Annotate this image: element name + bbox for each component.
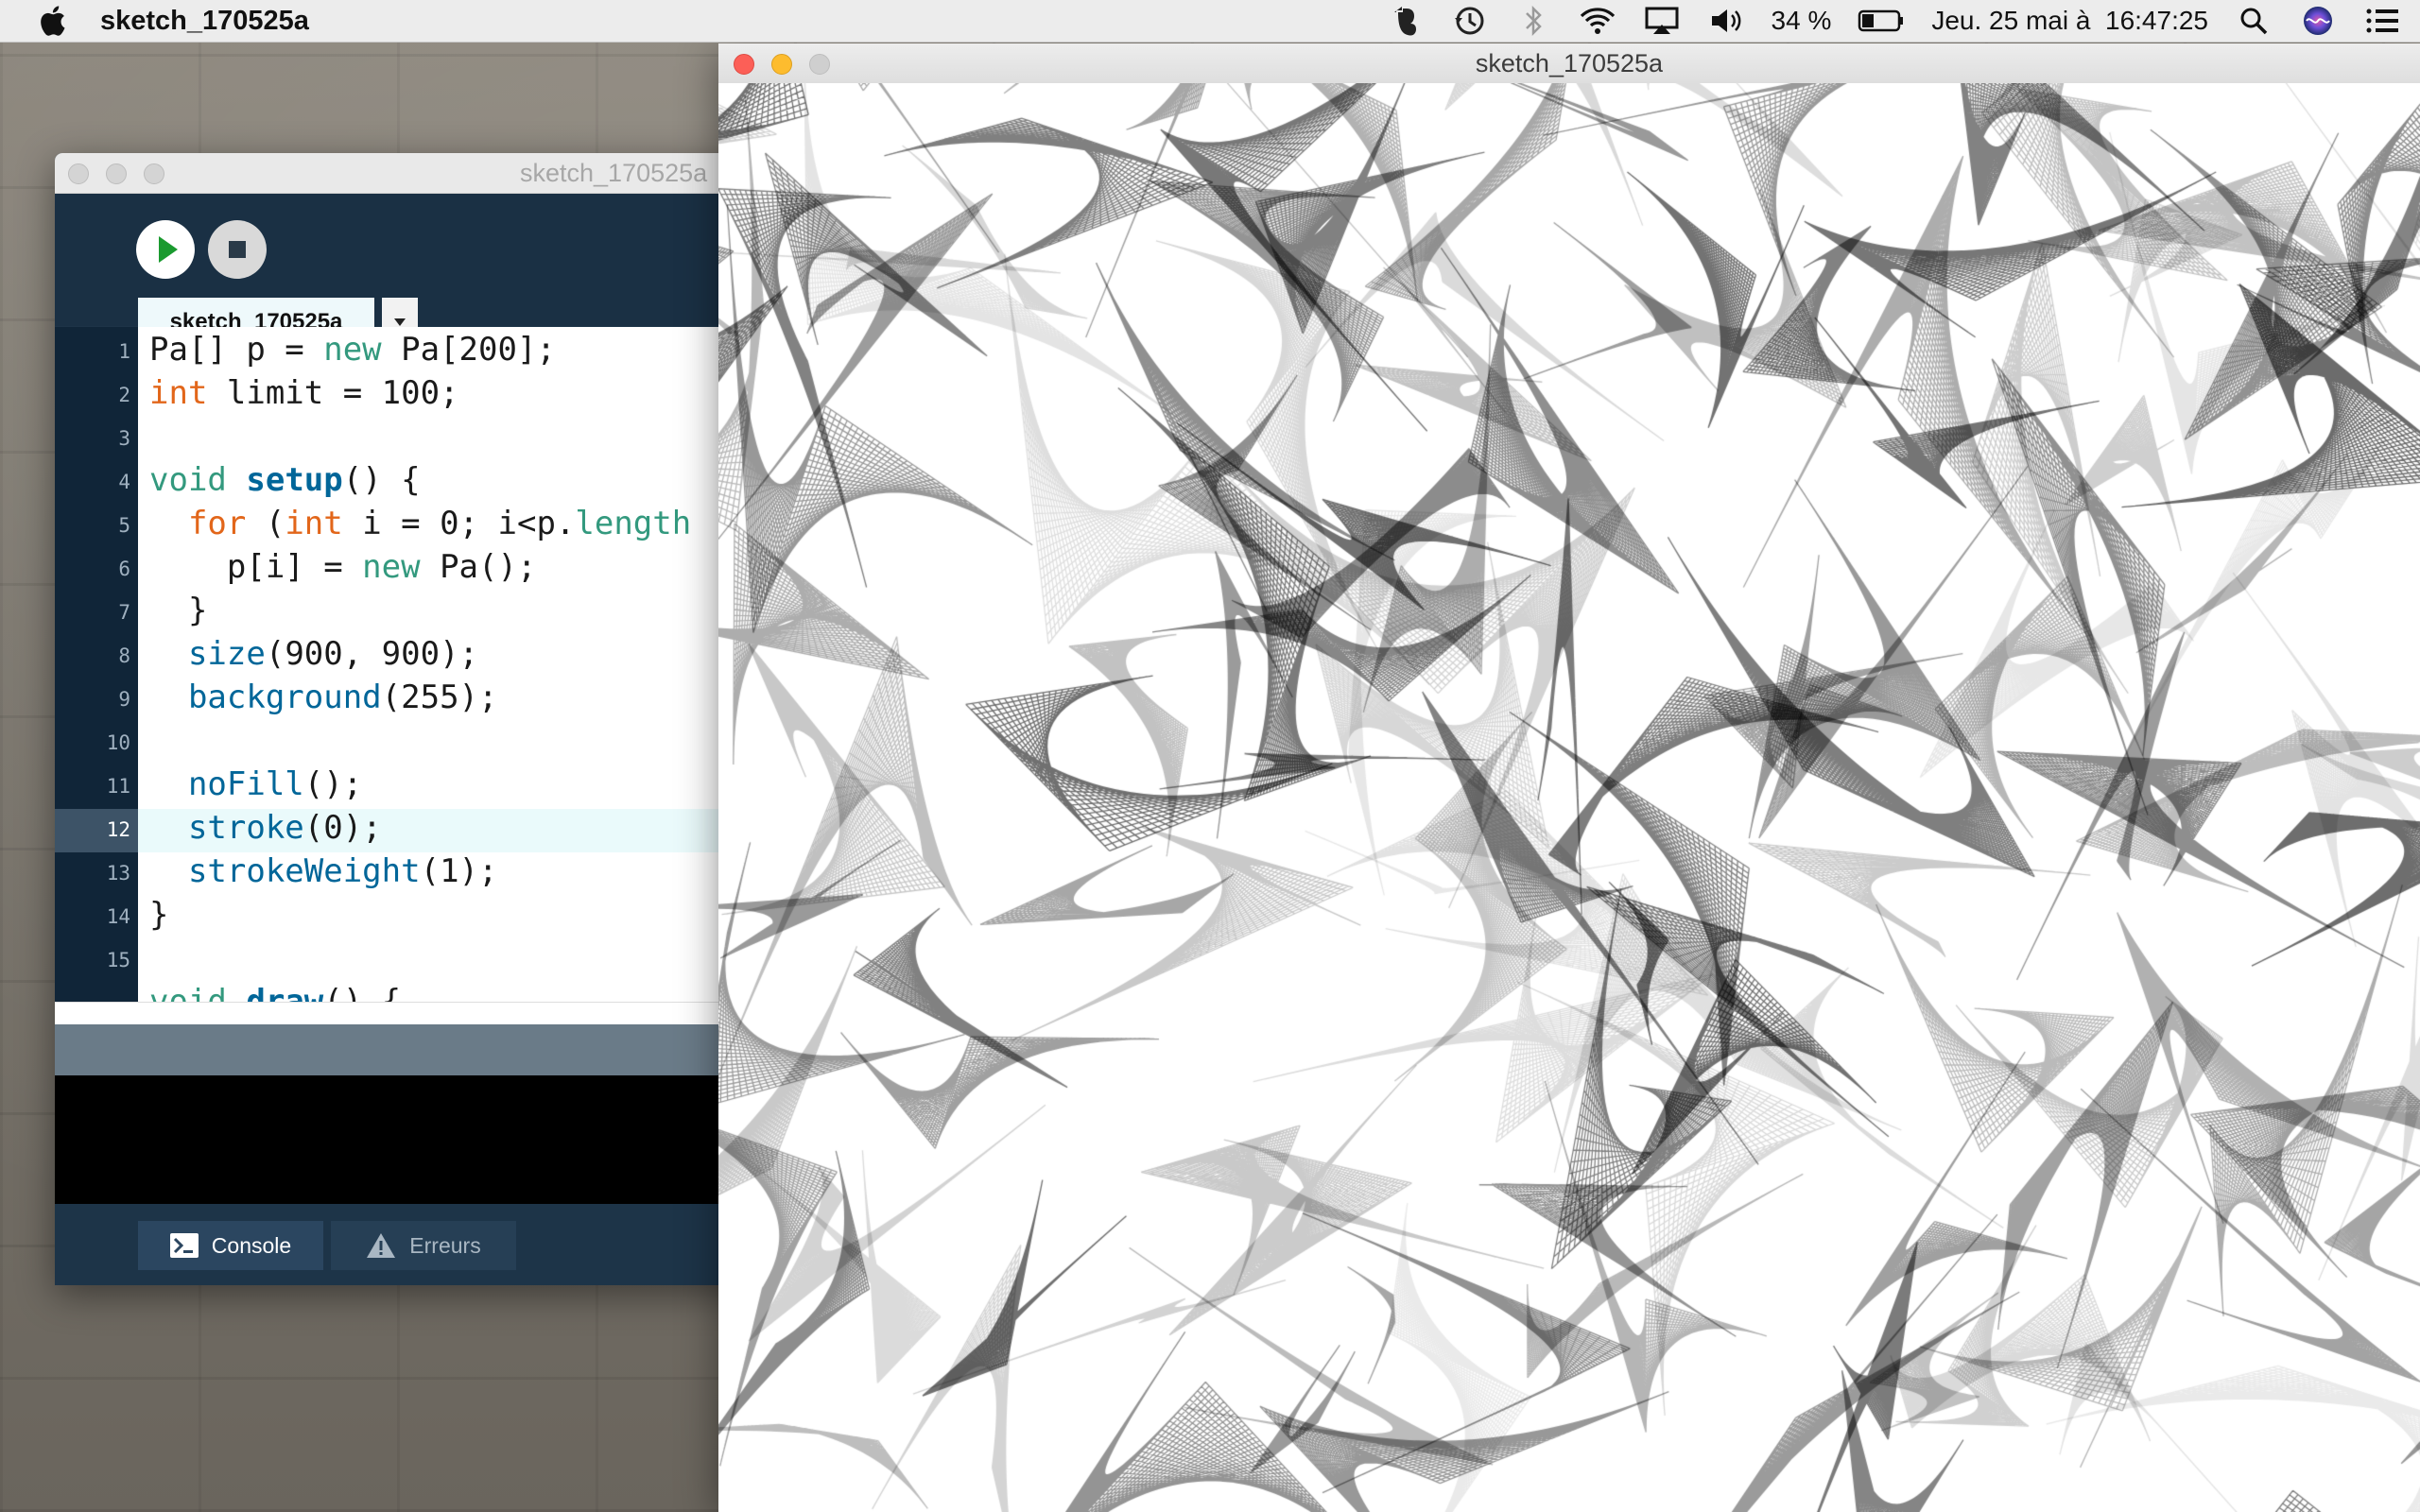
- spotlight-icon[interactable]: [2235, 4, 2273, 38]
- line-number: 10: [106, 731, 130, 754]
- ide-window: sketch_170525a sketch_170525a 1 2 3 4 5 …: [55, 153, 773, 1285]
- code-line[interactable]: p[i] = new Pa();: [149, 548, 537, 586]
- ide-titlebar[interactable]: sketch_170525a: [55, 153, 773, 194]
- play-icon: [159, 236, 178, 263]
- evernote-icon[interactable]: [1386, 4, 1424, 38]
- minimize-button[interactable]: [106, 163, 127, 184]
- code-line[interactable]: for (int i = 0; i<p.length: [149, 505, 691, 542]
- app-name-menu[interactable]: sketch_170525a: [100, 6, 309, 37]
- siri-icon[interactable]: [2299, 4, 2337, 38]
- line-number: 9: [118, 688, 130, 711]
- code-line[interactable]: }: [149, 896, 168, 934]
- code-line[interactable]: strokeWeight(1);: [149, 852, 498, 890]
- ide-footer: Console Erreurs: [55, 1204, 773, 1285]
- code-line[interactable]: size(900, 900);: [149, 635, 478, 673]
- errors-label: Erreurs: [409, 1232, 481, 1258]
- horizontal-scrollbar[interactable]: [55, 1002, 773, 1025]
- code-line[interactable]: stroke(0);: [149, 809, 382, 847]
- line-number: 14: [106, 905, 130, 928]
- code-line[interactable]: background(255);: [149, 679, 498, 716]
- tab-errors[interactable]: Erreurs: [331, 1221, 516, 1270]
- code-editor[interactable]: 1 2 3 4 5 6 7 8 9 10 11 12 13 14 15 Pa[]…: [55, 327, 773, 1002]
- sketch-titlebar[interactable]: sketch_170525a: [718, 43, 2420, 84]
- line-number: 11: [106, 775, 130, 798]
- apple-icon[interactable]: [38, 5, 66, 37]
- volume-icon[interactable]: [1707, 4, 1745, 38]
- battery-icon[interactable]: [1858, 4, 1905, 38]
- terminal-icon: [169, 1233, 199, 1258]
- ide-toolbar: sketch_170525a: [55, 194, 773, 347]
- line-number: 4: [118, 471, 130, 493]
- tab-console[interactable]: Console: [138, 1221, 323, 1270]
- line-number: 12: [106, 818, 130, 841]
- line-number: 6: [118, 558, 130, 580]
- code-line[interactable]: Pa[] p = new Pa[200];: [149, 331, 556, 369]
- bluetooth-icon[interactable]: [1514, 4, 1552, 38]
- sketch-window: sketch_170525a: [718, 43, 2420, 1512]
- line-number: 5: [118, 514, 130, 537]
- status-menus: 34 % Jeu. 25 mai à 16:47:25: [1386, 0, 2420, 42]
- time-machine-icon[interactable]: [1450, 4, 1488, 38]
- line-number: 15: [106, 949, 130, 971]
- stop-icon: [229, 241, 246, 258]
- line-number: 3: [118, 427, 130, 450]
- stop-button[interactable]: [208, 220, 267, 279]
- line-number: 8: [118, 644, 130, 667]
- menu-bar: sketch_170525a 34 % Jeu. 25 mai à 16:47:…: [0, 0, 2420, 43]
- ide-window-title: sketch_170525a: [520, 159, 708, 187]
- line-number: 7: [118, 601, 130, 624]
- sketch-window-title: sketch_170525a: [1475, 49, 1664, 77]
- warning-icon: [367, 1233, 396, 1258]
- code-line[interactable]: int limit = 100;: [149, 374, 459, 412]
- line-number: 2: [118, 384, 130, 406]
- console-label: Console: [211, 1232, 292, 1258]
- message-bar: [55, 1024, 773, 1075]
- close-button[interactable]: [68, 163, 89, 184]
- code-line[interactable]: }: [149, 592, 207, 629]
- notification-center-icon[interactable]: [2363, 4, 2401, 38]
- console-output[interactable]: [55, 1075, 773, 1204]
- airplay-icon[interactable]: [1643, 4, 1681, 38]
- clock[interactable]: Jeu. 25 mai à 16:47:25: [1931, 6, 2208, 36]
- code-line[interactable]: void draw() {: [149, 983, 401, 1002]
- wifi-icon[interactable]: [1579, 4, 1616, 38]
- line-number: 1: [118, 340, 130, 363]
- battery-percent[interactable]: 34 %: [1772, 6, 1832, 36]
- code-line[interactable]: void setup() {: [149, 461, 421, 499]
- sketch-canvas[interactable]: [718, 83, 2420, 1512]
- code-line[interactable]: noFill();: [149, 765, 362, 803]
- line-number: 13: [106, 862, 130, 885]
- run-button[interactable]: [136, 220, 195, 279]
- zoom-button[interactable]: [144, 163, 164, 184]
